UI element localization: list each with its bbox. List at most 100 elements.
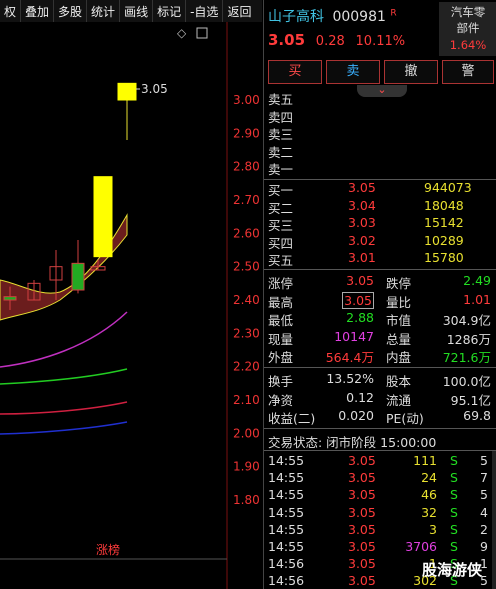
chart-toolbar: 权 叠加 多股 统计 画线 标记 -自选 返回 — [0, 0, 262, 23]
tick-row: 14:55 3.05 46 S 5 — [264, 487, 496, 503]
stat-row: 现量 10147 总量 1286万 — [264, 329, 496, 347]
tick-price: 3.05 — [348, 470, 376, 486]
sell-button[interactable]: 卖 — [326, 60, 380, 84]
kline-chart[interactable]: ◇ 3.00 2.90 2.80 2.70 2.60 2.50 2.40 2.30 2.20 2.… — [0, 22, 262, 589]
stat-row: 收益(二) 0.020 PE(动) 69.8 — [264, 408, 496, 426]
ask-label: 卖二 — [268, 144, 294, 160]
tick-volume: 3706 — [405, 539, 437, 554]
toolbar-item-overlay[interactable]: 叠加 — [21, 0, 55, 22]
tick-price: 3.05 — [348, 453, 376, 468]
toolbar-item-multi[interactable]: 多股 — [54, 0, 88, 22]
sector-pct: 1.64% — [449, 38, 487, 52]
tick-time: 14:55 — [268, 521, 305, 537]
tick-count: 9 — [480, 539, 488, 554]
stat-label: 外盘 — [268, 350, 294, 365]
y-tick-label: 3.00 — [233, 93, 260, 107]
toolbar-item-watchlist[interactable]: -自选 — [186, 0, 224, 22]
tick-side: S — [450, 487, 458, 503]
sector-box[interactable]: 汽车零部件 1.64% — [439, 2, 496, 56]
ask-label: 卖五 — [268, 92, 294, 107]
tick-volume: 3 — [429, 521, 437, 537]
stat-label: 内盘 — [386, 350, 412, 365]
bid-label: 买一 — [268, 183, 294, 198]
bid-price: 3.04 — [348, 197, 376, 213]
stat-row: 换手 13.52% 股本 100.0亿 — [264, 371, 496, 389]
stat-label: 总量 — [386, 331, 412, 347]
toolbar-item-fq[interactable]: 权 — [0, 0, 22, 22]
toolbar-item-draw[interactable]: 画线 — [120, 0, 154, 22]
tick-row: 14:55 3.05 3 S 2 — [264, 522, 496, 538]
stat-label: 净资 — [268, 392, 294, 408]
ask-label: 卖四 — [268, 109, 294, 125]
trade-status: 交易状态: 闭市阶段 15:00:00 — [264, 432, 496, 450]
candle-body — [117, 82, 137, 101]
diamond-icon[interactable]: ◇ — [177, 26, 187, 40]
stat-value: 95.1亿 — [450, 392, 491, 408]
y-tick-label: 2.50 — [233, 260, 260, 274]
stat-row: 涨停 3.05 跌停 2.49 — [264, 273, 496, 291]
stat-label: 收益(二) — [268, 411, 316, 426]
ask-row[interactable]: 卖二 — [264, 142, 496, 160]
candle-body — [93, 176, 113, 258]
stat-label: 现量 — [268, 331, 294, 347]
toolbar-item-stats[interactable]: 统计 — [87, 0, 121, 22]
stat-row: 外盘 564.4万 内盘 721.6万 — [264, 347, 496, 365]
buy-button[interactable]: 买 — [268, 60, 322, 84]
bid-row[interactable]: 买二 3.04 18048 — [264, 197, 496, 216]
ask-row[interactable]: 卖三 — [264, 124, 496, 142]
toolbar-item-back[interactable]: 返回 — [223, 0, 255, 22]
stat-value: 0.12 — [346, 389, 374, 405]
bid-volume: 15142 — [424, 215, 464, 230]
watermark-text: 股海游侠 — [422, 561, 483, 579]
tick-time: 14:56 — [268, 573, 305, 589]
bid-volume: 10289 — [424, 232, 464, 248]
stat-label: 涨停 — [268, 276, 294, 291]
y-tick-label: 2.70 — [233, 193, 260, 207]
candle-body — [71, 262, 85, 291]
bid-row[interactable]: 买五 3.01 15780 — [264, 250, 496, 268]
stat-value: 13.52% — [326, 371, 374, 386]
stat-value: 100.0亿 — [442, 374, 491, 389]
tick-volume: 111 — [413, 453, 437, 468]
tick-volume: 32 — [421, 504, 437, 520]
bid-label: 买二 — [268, 200, 294, 216]
stat-label: PE(动) — [386, 411, 424, 426]
last-price-label: 3.05 — [141, 82, 168, 96]
bid-label: 买五 — [268, 253, 294, 268]
tick-row: 14:55 3.05 24 S 7 — [264, 470, 496, 486]
cancel-order-button[interactable]: 撤 — [384, 60, 438, 84]
ask-row[interactable]: 卖一 — [264, 159, 496, 177]
stock-header: 山子高科 000981 R — [268, 6, 397, 26]
stat-label: 最高 — [268, 294, 294, 310]
tick-time: 14:55 — [268, 487, 305, 503]
bid-row[interactable]: 买一 3.05 944073 — [264, 180, 496, 198]
ask-row[interactable]: 卖四 — [264, 107, 496, 125]
trade-status-text: 交易状态: 闭市阶段 15:00:00 — [268, 435, 437, 450]
tick-row: 14:55 3.05 111 S 5 — [264, 453, 496, 469]
bid-row[interactable]: 买四 3.02 10289 — [264, 232, 496, 251]
tick-count: 7 — [480, 470, 488, 486]
stat-value: 1.01 — [463, 291, 491, 307]
stat-value: 2.88 — [346, 310, 374, 325]
alert-button[interactable]: 警 — [442, 60, 494, 84]
ask-label: 卖一 — [268, 162, 294, 177]
limit-up-label: 涨榜 — [96, 542, 120, 557]
stat-value: 0.020 — [338, 408, 374, 423]
stat-label: 股本 — [386, 374, 412, 389]
tick-scrollbar[interactable] — [492, 451, 496, 589]
y-tick-label: 2.60 — [233, 226, 260, 240]
ask-row[interactable]: 卖五 — [264, 89, 496, 107]
stat-label: 最低 — [268, 313, 294, 328]
tick-side: S — [450, 453, 458, 468]
tick-volume: 24 — [421, 470, 437, 486]
stock-flag: R — [390, 8, 397, 19]
stat-label: 换手 — [268, 374, 294, 389]
stat-value: 2.49 — [463, 273, 491, 288]
current-price: 3.05 — [268, 31, 306, 49]
price-line: 3.05 0.28 10.11% — [268, 31, 405, 49]
y-tick-label: 2.90 — [233, 126, 260, 140]
tick-time: 14:55 — [268, 470, 305, 486]
toolbar-item-mark[interactable]: 标记 — [153, 0, 187, 22]
bid-row[interactable]: 买三 3.03 15142 — [264, 215, 496, 233]
stat-value: 304.9亿 — [442, 313, 491, 328]
